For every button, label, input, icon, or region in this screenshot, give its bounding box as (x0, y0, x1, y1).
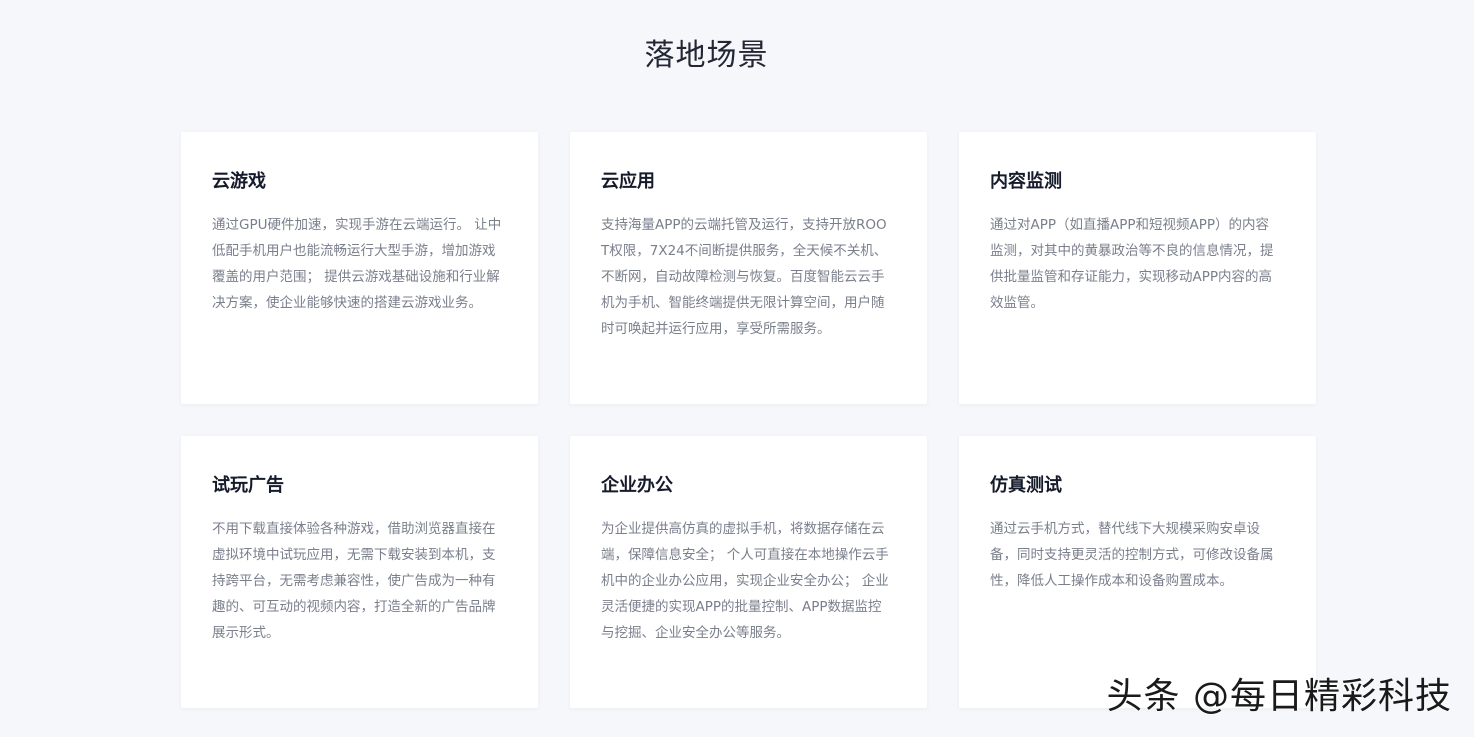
card-description: 通过云手机方式，替代线下大规模采购安卓设备，同时支持更灵活的控制方式，可修改设备… (990, 521, 1274, 589)
card-description: 支持海量APP的云端托管及运行，支持开放ROOT权限，7X24不间断提供服务，全… (601, 217, 888, 337)
scenario-card-content-monitoring: 内容监测 通过对APP（如直播APP和短视频APP）的内容监测，对其中的黄暴政治… (959, 132, 1316, 404)
scenario-card-playable-ads: 试玩广告 不用下载直接体验各种游戏，借助浏览器直接在虚拟环境中试玩应用，无需下载… (181, 436, 538, 708)
card-description: 为企业提供高仿真的虚拟手机，将数据存储在云端，保障信息安全； 个人可直接在本地操… (601, 521, 889, 641)
scenario-card-cloud-gaming: 云游戏 通过GPU硬件加速，实现手游在云端运行。 让中低配手机用户也能流畅运行大… (181, 132, 538, 404)
card-title: 内容监测 (990, 171, 1062, 192)
card-description: 通过对APP（如直播APP和短视频APP）的内容监测，对其中的黄暴政治等不良的信… (990, 217, 1274, 311)
card-description: 不用下载直接体验各种游戏，借助浏览器直接在虚拟环境中试玩应用，无需下载安装到本机… (212, 521, 496, 641)
card-title: 试玩广告 (212, 475, 284, 496)
scenario-card-cloud-app: 云应用 支持海量APP的云端托管及运行，支持开放ROOT权限，7X24不间断提供… (570, 132, 927, 404)
card-description: 通过GPU硬件加速，实现手游在云端运行。 让中低配手机用户也能流畅运行大型手游，… (212, 217, 502, 311)
card-title: 仿真测试 (990, 475, 1062, 496)
page-title: 落地场景 (644, 38, 769, 73)
scenario-card-enterprise-office: 企业办公 为企业提供高仿真的虚拟手机，将数据存储在云端，保障信息安全； 个人可直… (570, 436, 927, 708)
card-title: 企业办公 (601, 475, 673, 496)
scenario-grid: 云游戏 通过GPU硬件加速，实现手游在云端运行。 让中低配手机用户也能流畅运行大… (181, 132, 1316, 708)
watermark-text: 头条 @每日精彩科技 (1106, 676, 1452, 717)
card-title: 云游戏 (212, 171, 266, 192)
card-title: 云应用 (601, 171, 655, 192)
